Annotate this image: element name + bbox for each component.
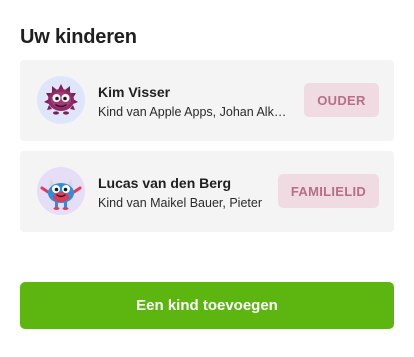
add-child-button[interactable]: Een kind toevoegen <box>20 282 394 329</box>
child-name: Lucas van den Berg <box>98 175 232 191</box>
child-card[interactable]: Lucas van den Berg Kind van Maikel Bauer… <box>20 151 394 232</box>
role-badge: FAMILIELID <box>278 174 379 208</box>
child-name: Kim Visser <box>98 84 171 100</box>
purple-fuzzy-monster-icon <box>44 84 78 115</box>
avatar <box>37 76 85 124</box>
child-parents: Kind van Maikel Bauer, Pieter <box>98 196 262 210</box>
blue-horned-monster-icon <box>40 179 82 210</box>
child-card[interactable]: Kim Visser Kind van Apple Apps, Johan Al… <box>20 60 394 141</box>
section-title: Uw kinderen <box>20 26 137 48</box>
child-parents: Kind van Apple Apps, Johan Alkema <box>98 105 290 119</box>
children-page: Uw kinderen Kim Visser Kind van Apple Ap… <box>0 0 414 357</box>
avatar <box>37 167 85 215</box>
role-badge: OUDER <box>304 83 379 117</box>
